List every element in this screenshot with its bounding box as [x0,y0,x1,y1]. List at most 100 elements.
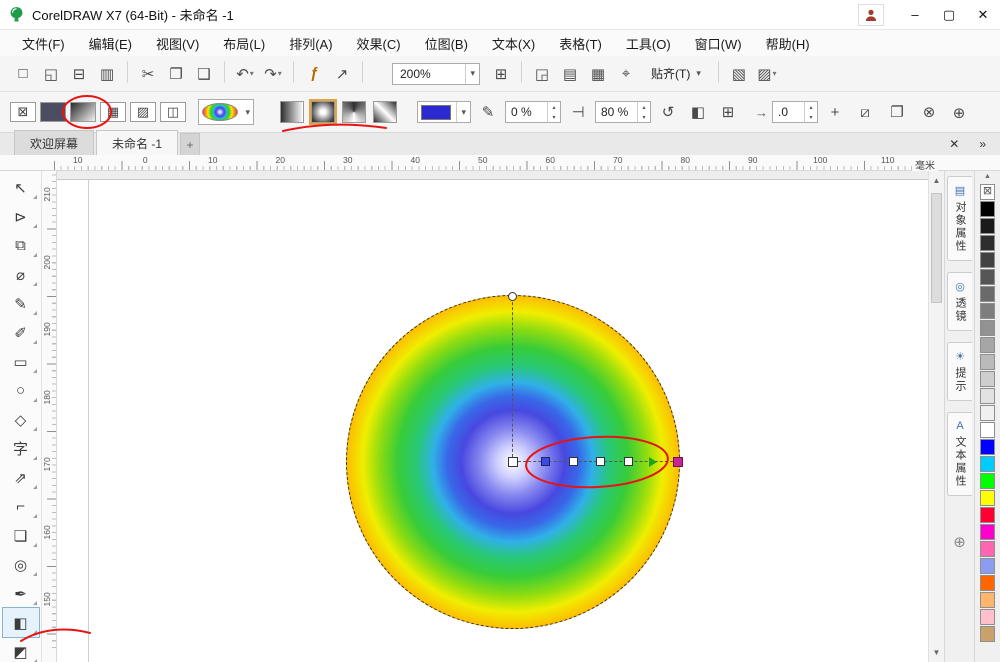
polygon-tool[interactable]: ◇ [3,405,39,434]
drawing-canvas[interactable] [57,171,928,662]
smooth-transparency-button[interactable]: ⧄ [852,99,878,125]
tab-untitled-1[interactable]: 未命名 -1 [96,130,178,155]
eyedropper-tool[interactable]: ✒ [3,579,39,608]
gradient-direction-arrow[interactable] [649,457,657,467]
gradient-node-selected[interactable] [541,457,550,466]
gradient-node[interactable] [596,457,605,466]
color-swatch[interactable] [980,235,995,251]
print-button[interactable]: ▥ [94,61,120,87]
new-document-button[interactable]: □ [10,61,36,87]
docker-tab-object-properties[interactable]: ▤ 对象属性 [947,176,972,261]
menu-item[interactable]: 布局(L) [211,29,277,58]
color-swatch[interactable] [980,405,995,421]
application-launcher-button[interactable]: ▨ [754,61,780,87]
rotate-transparency-button[interactable]: ↺ [655,99,681,125]
menu-item[interactable]: 工具(O) [614,29,683,58]
end-transparency-input[interactable]: 80 % [595,101,651,123]
transparency-midpoint-button[interactable]: ⊣ [565,99,591,125]
color-swatch[interactable] [980,541,995,557]
freeze-transparency-button[interactable]: ◧ [685,99,711,125]
fullscreen-preview-button[interactable]: ◲ [529,61,555,87]
color-swatch[interactable] [980,524,995,540]
fountain-transparency-button[interactable] [70,102,96,122]
transparency-tool[interactable]: ◧ [3,608,39,637]
options-button[interactable]: ▧ [726,61,752,87]
color-swatch[interactable] [980,558,995,574]
stepper[interactable] [804,102,817,122]
menu-item[interactable]: 文本(X) [480,29,547,58]
color-swatch[interactable] [980,286,995,302]
zoom-levels-button[interactable]: ⊞ [488,61,514,87]
toolbar-button[interactable] [224,61,225,83]
redo-button[interactable]: ↷ [260,61,286,87]
docker-tab-hints[interactable]: ☀ 提示 [947,342,972,401]
snap-to-dropdown[interactable]: 贴齐(T) [645,62,707,86]
show-rulers-button[interactable]: ▤ [557,61,583,87]
toolbar-button[interactable] [293,61,294,83]
node-color-dropdown[interactable] [417,101,471,123]
toolbar-button[interactable] [362,61,363,83]
pick-tool[interactable]: ↖ [3,173,39,202]
drop-shadow-tool[interactable]: ❏ [3,521,39,550]
gradient-top-handle[interactable] [508,292,517,301]
close-docker-button[interactable]: ✕ [949,137,959,151]
color-swatch[interactable] [980,337,995,353]
zoom-level-select[interactable]: 200% [392,63,480,85]
uniform-transparency-button[interactable] [40,102,66,122]
freehand-tool[interactable]: ✎ [3,289,39,318]
color-swatch[interactable] [980,592,995,608]
conical-fountain-button[interactable] [342,101,366,123]
quick-customize-docker-button[interactable]: ⊕ [951,533,968,550]
color-swatch[interactable] [980,388,995,404]
color-swatch[interactable] [980,626,995,642]
toolbar-button[interactable] [718,61,719,83]
angle-plus-button[interactable]: + [822,99,848,125]
color-swatch[interactable] [980,303,995,319]
color-swatch[interactable] [980,422,995,438]
copy-transparency-button[interactable]: ❐ [884,99,910,125]
linear-fountain-button[interactable] [280,101,304,123]
color-swatch[interactable] [980,456,995,472]
paste-button[interactable]: ❑ [191,61,217,87]
gradient-center-handle[interactable] [508,457,518,467]
gradient-node[interactable] [624,457,633,466]
import-button[interactable]: ƒ [301,61,327,87]
connector-tool[interactable]: ⌐ [3,492,39,521]
cut-button[interactable]: ✂ [135,61,161,87]
copy-button[interactable]: ❐ [163,61,189,87]
maximize-button[interactable]: ▢ [932,1,966,29]
ellipse-tool[interactable]: ○ [3,376,39,405]
shape-tool[interactable]: ⊳ [3,202,39,231]
menu-item[interactable]: 视图(V) [144,29,211,58]
scroll-up-icon[interactable] [929,173,944,188]
menu-item[interactable]: 编辑(E) [77,29,144,58]
transparency-picker-dropdown[interactable] [198,99,254,125]
undo-button[interactable]: ↶ [232,61,258,87]
menu-item[interactable]: 效果(C) [345,29,413,58]
menu-item[interactable]: 表格(T) [547,29,614,58]
color-swatch[interactable] [980,252,995,268]
scrollbar-thumb[interactable] [931,193,942,303]
quick-customize-button[interactable]: ⊕ [946,100,972,126]
close-button[interactable]: ✕ [966,1,1000,29]
zoom-tool[interactable]: ⌀ [3,260,39,289]
account-icon[interactable] [858,4,884,26]
rectangular-fountain-button[interactable] [373,101,397,123]
menu-item[interactable]: 帮助(H) [754,29,822,58]
docker-tab-lens[interactable]: ◎ 透镜 [947,272,972,331]
edit-transparency-button[interactable]: ✎ [475,99,501,125]
transparency-target-button[interactable]: ⊞ [715,99,741,125]
palette-scroll-up-icon[interactable] [975,173,1000,184]
color-swatch[interactable] [980,218,995,234]
text-tool[interactable]: 字 [3,434,39,463]
minimize-button[interactable]: – [898,1,932,29]
menu-item[interactable]: 窗口(W) [683,29,754,58]
contour-tool[interactable]: ◎ [3,550,39,579]
parallel-dimension-tool[interactable]: ⇗ [3,463,39,492]
color-swatch[interactable] [980,354,995,370]
color-swatch[interactable] [980,473,995,489]
collapse-docker-button[interactable]: » [979,137,986,151]
color-swatch[interactable] [980,269,995,285]
scroll-down-icon[interactable] [929,645,944,660]
vertical-scrollbar[interactable] [928,171,944,662]
